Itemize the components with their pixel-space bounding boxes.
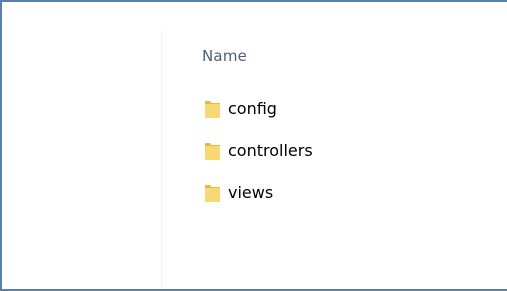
file-row-views[interactable]: views [204,182,313,204]
file-name: config [228,99,277,118]
file-explorer-window: Name config controllers views [0,0,507,291]
file-row-config[interactable]: config [204,98,313,120]
file-list: config controllers views [204,98,313,224]
file-name: controllers [228,141,313,160]
folder-icon [204,183,221,203]
file-row-controllers[interactable]: controllers [204,140,313,162]
name-column-header[interactable]: Name [202,47,247,65]
file-list-pane: Name config controllers views [162,2,507,289]
navigation-pane [2,2,161,289]
folder-icon [204,99,221,119]
file-name: views [228,183,274,202]
folder-icon [204,141,221,161]
